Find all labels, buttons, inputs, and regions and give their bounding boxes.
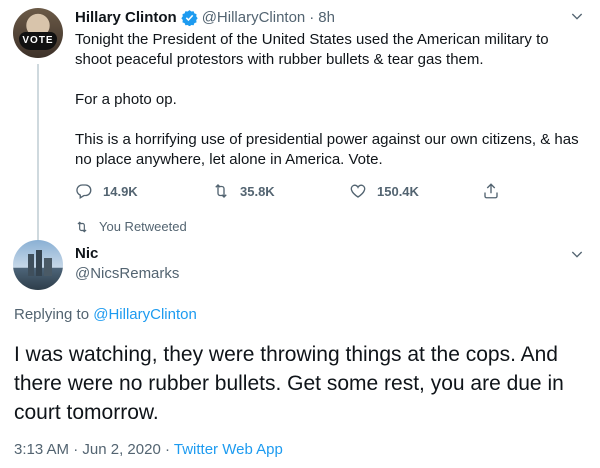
tweet-source-link[interactable]: Twitter Web App bbox=[174, 441, 283, 458]
like-button[interactable]: 150.4K bbox=[349, 182, 486, 200]
share-button[interactable] bbox=[482, 182, 510, 200]
tweet-paragraph: For a photo op. bbox=[75, 91, 177, 108]
tweet-time[interactable]: 8h bbox=[318, 9, 335, 26]
thread-connector-line bbox=[37, 64, 39, 244]
tweet-date[interactable]: Jun 2, 2020 bbox=[82, 441, 160, 458]
verified-badge-icon bbox=[181, 9, 198, 26]
author-handle[interactable]: @HillaryClinton bbox=[202, 9, 306, 26]
chevron-down-icon[interactable] bbox=[569, 8, 585, 24]
avatar-skyline bbox=[36, 250, 42, 276]
replying-mention-link[interactable]: @HillaryClinton bbox=[93, 306, 197, 323]
retweeted-label: You Retweeted bbox=[99, 219, 187, 234]
original-tweet[interactable]: Hillary Clinton @HillaryClinton · 8h Ton… bbox=[75, 6, 585, 200]
heart-icon bbox=[350, 184, 366, 198]
tweet-timestamp[interactable]: 3:13 AM bbox=[14, 441, 69, 458]
avatar-skyline bbox=[28, 254, 34, 276]
tweet-paragraph: This is a horrifying use of presidential… bbox=[75, 131, 579, 168]
avatar-hillary-clinton[interactable]: VOTE bbox=[13, 8, 63, 58]
reply-count: 14.9K bbox=[103, 183, 138, 199]
retweet-icon bbox=[215, 184, 227, 198]
tweet-actions: 14.9K 35.8K 150.4K bbox=[75, 182, 585, 200]
retweeted-indicator: You Retweeted bbox=[75, 219, 187, 234]
retweet-count: 35.8K bbox=[240, 183, 275, 199]
author-handle[interactable]: @NicsRemarks bbox=[75, 264, 585, 284]
retweet-button[interactable]: 35.8K bbox=[212, 182, 349, 200]
tweet-meta: 3:13 AM · Jun 2, 2020 · Twitter Web App bbox=[14, 441, 283, 458]
reply-icon bbox=[76, 184, 92, 199]
separator-dot: · bbox=[164, 441, 170, 458]
replying-to: Replying to @HillaryClinton bbox=[14, 306, 197, 323]
avatar-skyline bbox=[44, 258, 52, 276]
avatar-mask-text: VOTE bbox=[19, 32, 57, 50]
tweet-body: Tonight the President of the United Stat… bbox=[75, 30, 585, 170]
author-name[interactable]: Nic bbox=[75, 244, 585, 264]
tweet-header: Hillary Clinton @HillaryClinton · 8h bbox=[75, 6, 585, 28]
reply-tweet-text: I was watching, they were throwing thing… bbox=[14, 343, 564, 424]
separator-dot: · bbox=[73, 441, 79, 458]
author-name[interactable]: Hillary Clinton bbox=[75, 9, 177, 26]
reply-button[interactable]: 14.9K bbox=[75, 182, 212, 200]
chevron-down-icon[interactable] bbox=[569, 246, 585, 262]
replying-prefix: Replying to bbox=[14, 306, 90, 323]
avatar-nic[interactable] bbox=[13, 240, 63, 290]
retweet-icon bbox=[77, 221, 87, 232]
share-icon bbox=[484, 183, 498, 199]
tweet-paragraph: Tonight the President of the United Stat… bbox=[75, 31, 549, 68]
separator-dot: · bbox=[309, 8, 315, 26]
like-count: 150.4K bbox=[377, 183, 419, 199]
reply-tweet-header: Nic @NicsRemarks bbox=[75, 244, 585, 284]
